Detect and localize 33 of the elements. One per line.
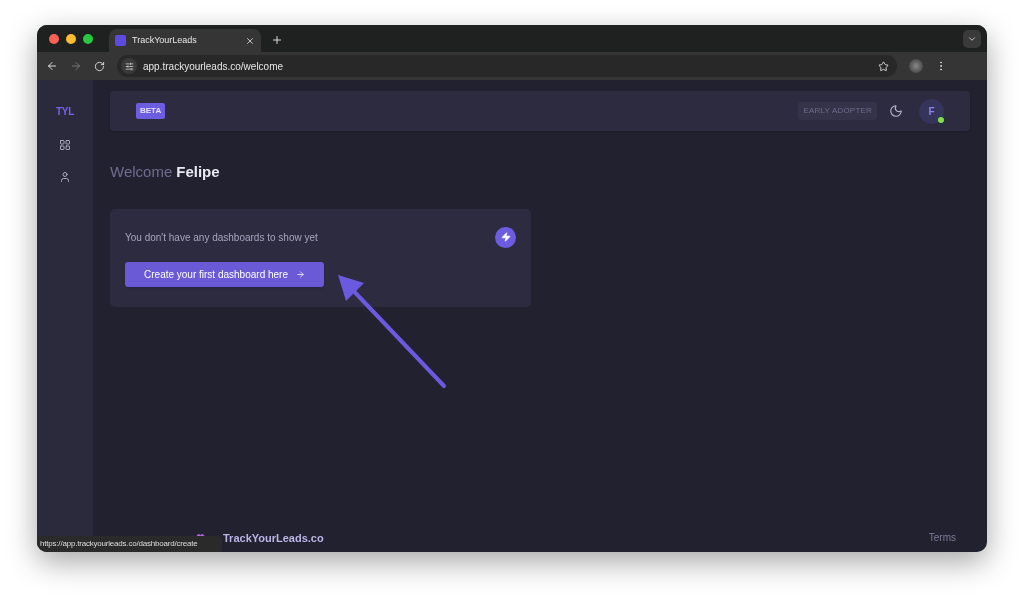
user-icon[interactable] (59, 171, 71, 183)
close-tab-icon[interactable] (245, 35, 255, 46)
user-avatar[interactable]: F (919, 98, 944, 124)
address-bar[interactable]: app.trackyourleads.co/welcome (117, 55, 897, 77)
early-adopter-tag: EARLY ADOPTER (798, 102, 877, 120)
favicon-icon (115, 35, 126, 46)
browser-tab[interactable]: TrackYourLeads (109, 29, 261, 52)
lightning-icon (495, 226, 516, 248)
arrow-right-icon (296, 269, 305, 279)
empty-message: You don't have any dashboards to show yet (125, 230, 318, 245)
profile-avatar-icon[interactable] (909, 59, 923, 73)
moon-icon[interactable] (889, 104, 903, 118)
minimize-window-icon[interactable] (66, 33, 76, 44)
url-text: app.trackyourleads.co/welcome (143, 59, 285, 74)
close-window-icon[interactable] (49, 33, 59, 44)
grid-icon[interactable] (59, 139, 71, 151)
beta-badge: BETA (136, 103, 166, 119)
brand-link[interactable]: TrackYourLeads.co (223, 529, 324, 546)
chevron-down-icon (967, 34, 977, 44)
user-name: Felipe (176, 162, 220, 182)
welcome-text: Welcome (110, 162, 173, 182)
back-icon[interactable] (46, 60, 58, 72)
create-dashboard-button[interactable]: Create your first dashboard here (125, 261, 324, 287)
site-settings-icon[interactable] (121, 58, 137, 74)
sidebar-logo[interactable]: TYL (55, 104, 75, 119)
maximize-window-icon[interactable] (83, 33, 93, 44)
bookmark-star-icon[interactable] (878, 60, 889, 72)
reload-icon[interactable] (94, 60, 105, 72)
status-url: https://app.trackyourleads.co/dashboard/create (37, 536, 222, 552)
tab-list-button[interactable] (963, 30, 981, 48)
new-tab-icon[interactable] (271, 34, 283, 46)
terms-link[interactable]: Terms (928, 530, 956, 546)
tab-title: TrackYourLeads (132, 33, 198, 47)
